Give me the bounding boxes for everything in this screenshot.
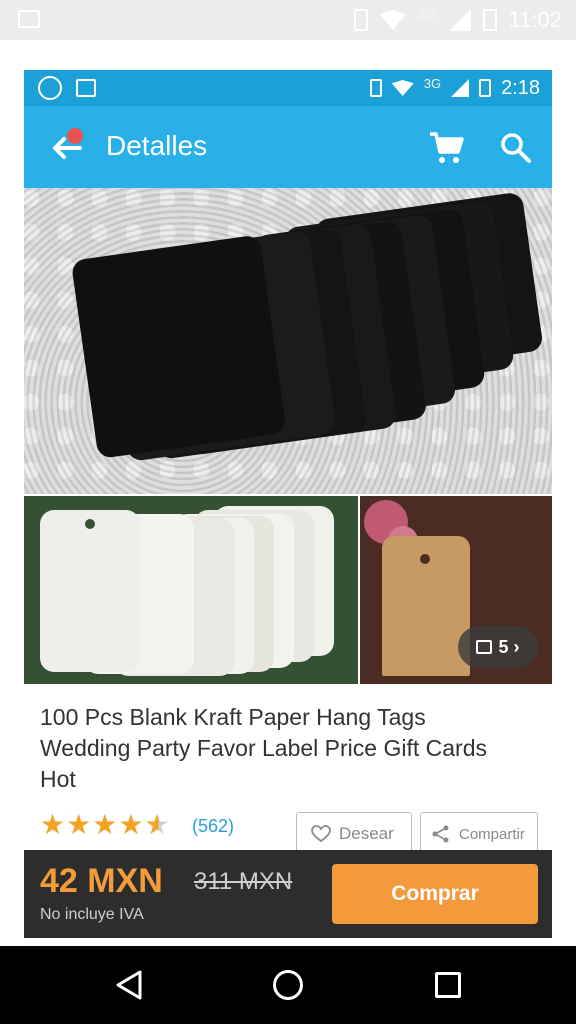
review-count-link[interactable]: (562) xyxy=(192,816,234,837)
wifi-icon xyxy=(391,80,414,96)
buy-button[interactable]: Comprar xyxy=(332,864,538,924)
signal-icon xyxy=(451,79,470,97)
whatsapp-icon xyxy=(38,76,62,100)
half-star-icon: ★ xyxy=(144,809,170,840)
notification-dot xyxy=(67,128,83,144)
system-nav-bar xyxy=(0,946,576,1024)
product-title: 100 Pcs Blank Kraft Paper Hang Tags Wedd… xyxy=(40,704,487,792)
device-status-icons: 3G 11:02 xyxy=(353,6,562,34)
image-icon xyxy=(76,79,96,97)
star-icon: ★ xyxy=(118,809,144,840)
original-price: 311 MXN xyxy=(194,868,293,895)
gallery-count-label: 5 › xyxy=(498,636,520,657)
search-icon[interactable] xyxy=(498,130,532,164)
vibrate-icon xyxy=(369,79,382,97)
battery-icon xyxy=(479,79,492,97)
vibrate-icon xyxy=(353,9,368,31)
app-clock: 2:18 xyxy=(501,76,540,99)
heart-icon xyxy=(311,825,331,843)
page-title: Detalles xyxy=(106,130,208,161)
app-status-bar: 3G 2:18 xyxy=(24,70,552,106)
device-clock: 11:02 xyxy=(508,7,562,32)
cart-icon[interactable] xyxy=(428,130,464,166)
recents-icon[interactable] xyxy=(435,972,461,998)
gallery-count-button[interactable]: 5 › xyxy=(458,626,538,668)
network-type: 3G xyxy=(423,75,442,91)
buy-bar: 42 MXN 311 MXN No incluye IVA Comprar xyxy=(24,850,552,938)
device-status-bar: 3G 11:02 xyxy=(0,0,576,40)
star-icon: ★ xyxy=(40,809,66,840)
price: 42 MXN xyxy=(40,862,163,900)
signal-icon xyxy=(448,9,471,31)
product-image-white-tags[interactable] xyxy=(24,496,358,684)
black-tags-image xyxy=(72,193,542,461)
back-icon[interactable] xyxy=(112,968,146,1002)
tax-note: No incluye IVA xyxy=(40,906,144,923)
star-icon: ★ xyxy=(92,809,118,840)
battery-icon xyxy=(482,9,497,31)
network-type: 3G xyxy=(417,6,437,22)
home-icon[interactable] xyxy=(273,970,303,1000)
app-bar: Detalles xyxy=(24,106,552,188)
share-icon xyxy=(432,825,449,843)
wishlist-label: Desear xyxy=(339,824,394,843)
image-icon xyxy=(18,10,40,28)
wifi-icon xyxy=(379,10,406,30)
image-icon xyxy=(476,640,493,654)
app-screen: 3G 2:18 Detalles 5 › 100 Pcs Blank Kraft… xyxy=(24,70,552,945)
star-icon: ★ xyxy=(66,809,92,840)
rating-stars: ★ ★ ★ ★ ★ xyxy=(40,810,170,840)
share-label: Compartir xyxy=(459,825,525,843)
product-image-main[interactable] xyxy=(24,188,552,494)
